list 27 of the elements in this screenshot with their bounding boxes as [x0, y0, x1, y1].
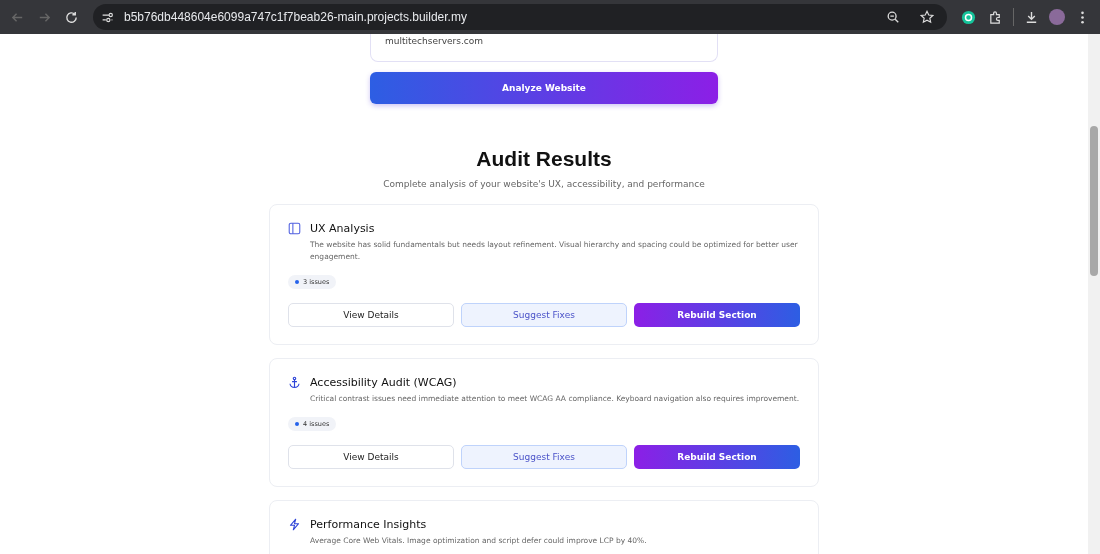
- reload-icon[interactable]: [64, 9, 79, 25]
- anchor-icon: [288, 376, 301, 389]
- scrollbar[interactable]: [1088, 34, 1100, 554]
- profile-avatar[interactable]: [1049, 9, 1065, 25]
- extension-circle-icon[interactable]: [961, 9, 976, 25]
- star-icon[interactable]: [920, 10, 934, 24]
- url-input-field[interactable]: multitechservers.com: [370, 34, 718, 62]
- suggest-fixes-button[interactable]: Suggest Fixes: [461, 445, 627, 469]
- rebuild-section-button[interactable]: Rebuild Section: [634, 445, 800, 469]
- url-text: b5b76db448604e6099a747c1f7beab26-main.projects.builder.my: [124, 10, 467, 24]
- view-details-button[interactable]: View Details: [288, 303, 454, 327]
- section-subheading: Complete analysis of your website's UX, accessibility, and performance: [382, 179, 706, 189]
- analyze-website-button[interactable]: Analyze Website: [370, 72, 718, 104]
- card-title: Performance Insights: [310, 518, 427, 531]
- view-details-button[interactable]: View Details: [288, 445, 454, 469]
- lightning-bolt-icon: [288, 518, 301, 531]
- card-title: Accessibility Audit (WCAG): [310, 376, 457, 389]
- section-heading: Audit Results: [475, 147, 613, 171]
- address-bar[interactable]: b5b76db448604e6099a747c1f7beab26-main.projects.builder.my: [93, 4, 947, 30]
- sidebar-layout-icon: [288, 222, 301, 235]
- zoom-icon[interactable]: [886, 10, 900, 24]
- card-title: UX Analysis: [310, 222, 375, 235]
- suggest-fixes-button[interactable]: Suggest Fixes: [461, 303, 627, 327]
- download-icon[interactable]: [1024, 9, 1039, 25]
- puzzle-icon[interactable]: [988, 9, 1003, 25]
- site-settings-icon[interactable]: [101, 10, 114, 24]
- rebuild-section-button[interactable]: Rebuild Section: [634, 303, 800, 327]
